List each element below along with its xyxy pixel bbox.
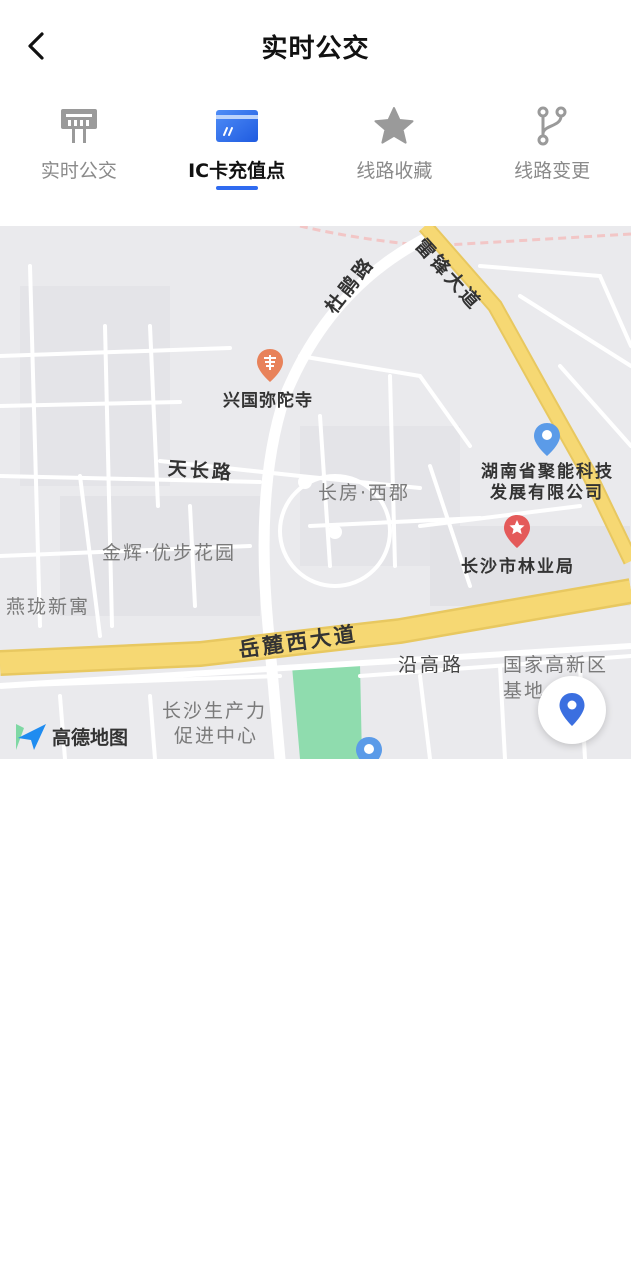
star-icon [372,104,416,148]
amap-logo-text: 高德地图 [52,726,129,749]
page-title: 实时公交 [261,34,370,64]
amap-logo: 高德地图 [14,720,128,752]
recharge-point-list [0,759,631,1280]
area-label-yanlong: 燕珑新寓 [6,596,91,618]
tab-realtime-bus[interactable]: 实时公交 [0,96,158,196]
map-pin-icon [356,737,382,759]
area-label-national-line1: 国家高新区 [503,654,609,676]
road-label-tianchang: 天长路 [167,457,235,485]
area-label-productivity-line2: 促进中心 [174,725,259,747]
poi-label-company-line2: 发展有限公司 [490,483,604,503]
map-view[interactable]: 杜鹃路 雷锋大道 天长路 岳麓西大道 沿高路 兴国弥陀寺 湖南省聚能科技 发展有… [0,226,631,759]
tab-route-favorites[interactable]: 线路收藏 [316,96,474,196]
location-pin-icon [559,693,585,726]
area-label-productivity-line1: 长沙生产力 [162,700,268,722]
tab-label: IC卡充值点 [188,160,286,182]
header: 实时公交 [0,0,631,92]
government-star-icon [504,515,530,548]
active-tab-indicator [215,186,258,190]
card-icon [215,104,259,148]
amap-logo-icon [16,724,46,750]
area-label-jinhui: 金辉·优步花园 [102,542,237,564]
tab-label: 实时公交 [40,160,117,182]
area-label-changfang: 长房·西郡 [318,482,411,504]
tab-bar: 实时公交 IC卡充值点 线路收藏 线路变更 [0,96,631,196]
poi-label-temple: 兴国弥陀寺 [223,391,313,411]
tab-route-changes[interactable]: 线路变更 [473,96,631,196]
bus-stop-icon [57,104,101,148]
location-marker-icon [534,423,560,456]
locate-button[interactable] [538,676,606,744]
tab-label: 线路收藏 [356,160,433,182]
route-branch-icon [530,104,574,148]
tab-ic-card-recharge[interactable]: IC卡充值点 [158,96,316,196]
road-label-yangao: 沿高路 [398,654,465,676]
poi-label-forestry: 长沙市林业局 [461,557,575,577]
tab-label: 线路变更 [514,160,591,182]
temple-icon [257,349,283,382]
